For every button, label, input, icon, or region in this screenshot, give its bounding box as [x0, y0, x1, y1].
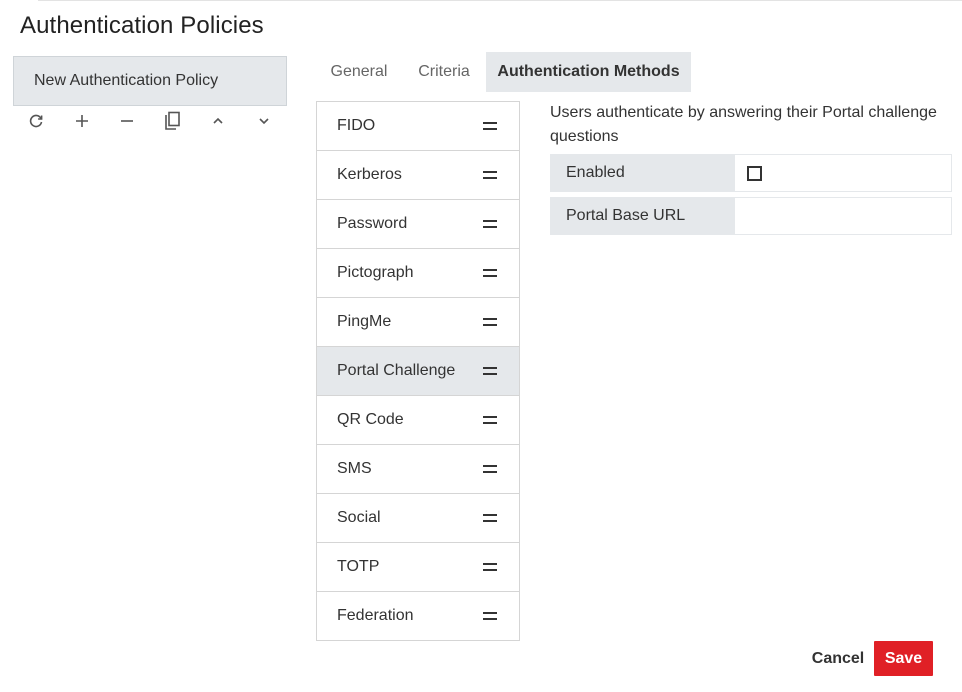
- drag-handle-icon[interactable]: [483, 416, 497, 424]
- method-item-federation[interactable]: Federation: [317, 592, 519, 640]
- tab-criteria[interactable]: Criteria: [402, 52, 486, 92]
- method-label: Social: [337, 509, 381, 526]
- drag-handle-icon[interactable]: [483, 367, 497, 375]
- method-label: Portal Challenge: [337, 362, 456, 379]
- method-item-pingme[interactable]: PingMe: [317, 298, 519, 347]
- method-item-pictograph[interactable]: Pictograph: [317, 249, 519, 298]
- enabled-field-row: Enabled: [550, 154, 952, 192]
- drag-handle-icon[interactable]: [483, 220, 497, 228]
- portal-base-url-value: [735, 198, 951, 234]
- tab-general[interactable]: General: [316, 52, 402, 92]
- drag-handle-icon[interactable]: [483, 563, 497, 571]
- portal-base-url-label: Portal Base URL: [551, 198, 735, 234]
- method-description: Users authenticate by answering their Po…: [550, 104, 937, 145]
- method-label: TOTP: [337, 558, 380, 575]
- top-divider: [38, 0, 962, 1]
- method-label: Kerberos: [337, 166, 402, 183]
- drag-handle-icon[interactable]: [483, 122, 497, 130]
- method-label: Federation: [337, 607, 414, 624]
- refresh-button[interactable]: [22, 108, 50, 134]
- move-up-button[interactable]: [204, 108, 232, 134]
- drag-handle-icon[interactable]: [483, 269, 497, 277]
- move-down-button[interactable]: [250, 108, 278, 134]
- add-icon: [74, 113, 90, 129]
- method-item-social[interactable]: Social: [317, 494, 519, 543]
- drag-handle-icon[interactable]: [483, 171, 497, 179]
- policy-list-item[interactable]: New Authentication Policy: [13, 56, 287, 106]
- method-item-kerberos[interactable]: Kerberos: [317, 151, 519, 200]
- drag-handle-icon[interactable]: [483, 514, 497, 522]
- enabled-checkbox[interactable]: [747, 165, 762, 181]
- chevron-down-icon: [257, 114, 271, 128]
- method-label: Password: [337, 215, 408, 232]
- enabled-label: Enabled: [551, 155, 735, 191]
- portal-base-url-field-row: Portal Base URL: [550, 197, 952, 235]
- drag-handle-icon[interactable]: [483, 612, 497, 620]
- add-policy-button[interactable]: [68, 108, 96, 134]
- page-title: Authentication Policies: [20, 12, 264, 39]
- authentication-method-list: FIDO Kerberos Password Pictograph PingMe…: [316, 101, 520, 641]
- remove-icon: [119, 113, 135, 129]
- save-button[interactable]: Save: [874, 641, 933, 676]
- chevron-up-icon: [211, 114, 225, 128]
- method-item-qr-code[interactable]: QR Code: [317, 396, 519, 445]
- method-item-sms[interactable]: SMS: [317, 445, 519, 494]
- method-item-password[interactable]: Password: [317, 200, 519, 249]
- remove-policy-button[interactable]: [113, 108, 141, 134]
- copy-icon: [164, 111, 182, 131]
- method-label: PingMe: [337, 313, 392, 330]
- method-label: QR Code: [337, 411, 404, 428]
- policy-item-label: New Authentication Policy: [34, 72, 219, 89]
- method-label: SMS: [337, 460, 372, 477]
- drag-handle-icon[interactable]: [483, 318, 497, 326]
- method-item-totp[interactable]: TOTP: [317, 543, 519, 592]
- cancel-button[interactable]: Cancel: [806, 641, 870, 676]
- method-label: Pictograph: [337, 264, 414, 281]
- refresh-icon: [28, 113, 44, 129]
- method-item-portal-challenge[interactable]: Portal Challenge: [317, 347, 519, 396]
- copy-policy-button[interactable]: [159, 108, 187, 134]
- portal-base-url-input[interactable]: [747, 198, 951, 234]
- drag-handle-icon[interactable]: [483, 465, 497, 473]
- method-label: FIDO: [337, 117, 376, 134]
- method-item-fido[interactable]: FIDO: [317, 102, 519, 151]
- tab-authentication-methods[interactable]: Authentication Methods: [486, 52, 691, 92]
- enabled-value: [735, 155, 951, 191]
